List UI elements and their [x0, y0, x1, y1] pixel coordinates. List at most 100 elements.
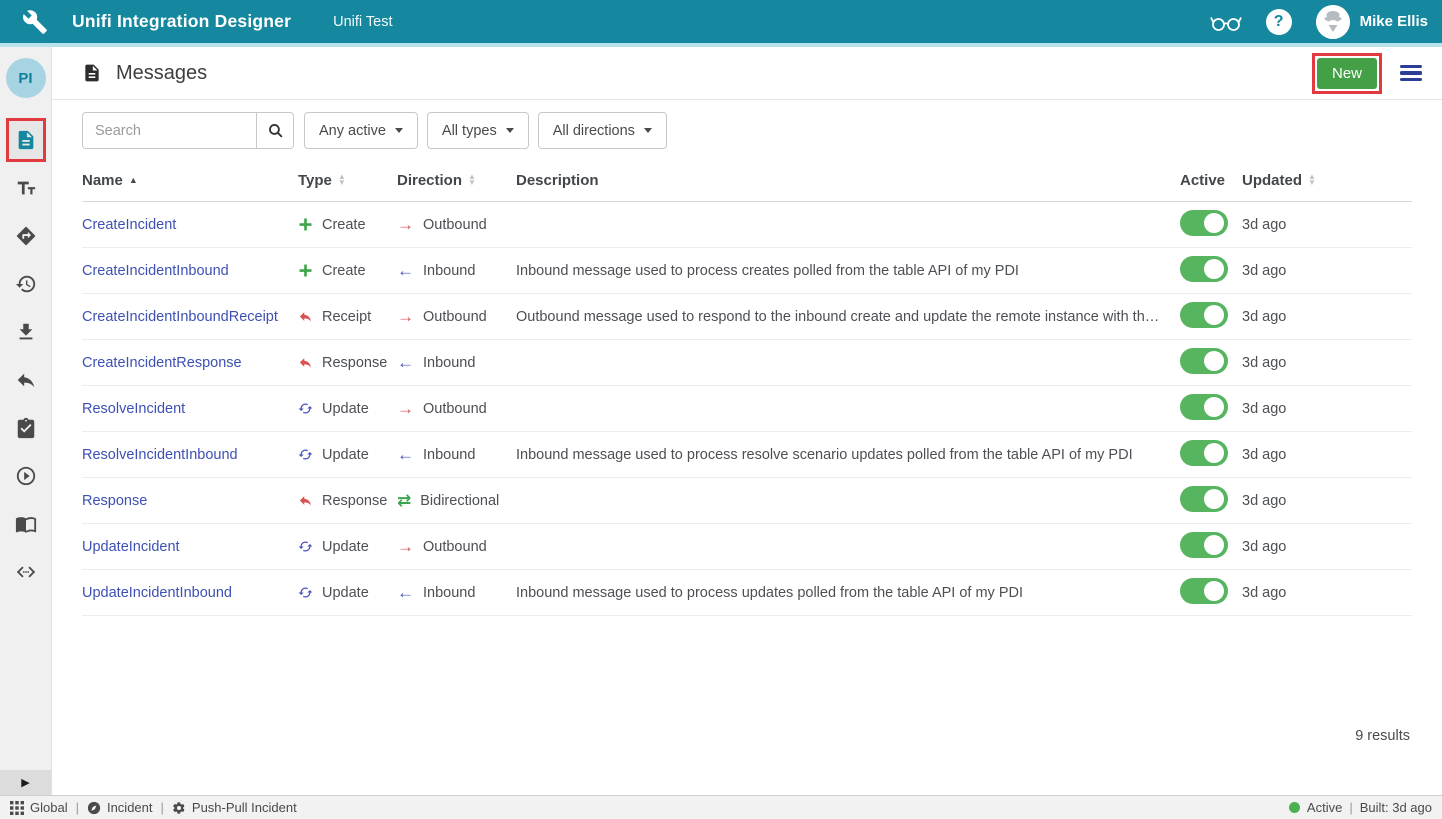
- search-button[interactable]: [256, 112, 294, 149]
- integration-avatar[interactable]: PI: [6, 58, 46, 98]
- search-input[interactable]: [82, 112, 256, 149]
- column-header-updated[interactable]: Updated: [1242, 172, 1412, 189]
- built-time-label: Built: 3d ago: [1360, 800, 1432, 815]
- message-name-link[interactable]: UpdateIncident: [82, 539, 180, 555]
- sidebar-item-directions[interactable]: [6, 214, 46, 258]
- sidebar-item-code[interactable]: [6, 550, 46, 594]
- sidebar-item-history[interactable]: [6, 262, 46, 306]
- file-text-icon: [82, 63, 102, 83]
- active-toggle[interactable]: [1180, 486, 1228, 512]
- direction-label: Outbound: [423, 217, 487, 233]
- spectacles-icon[interactable]: [1210, 11, 1242, 33]
- table-row: CreateIncident Create →Outbound 3d ago: [82, 202, 1412, 248]
- arrow-right-icon: →: [397, 216, 414, 234]
- sidebar-item-clipboard-check[interactable]: [6, 406, 46, 450]
- message-name-link[interactable]: ResolveIncidentInbound: [82, 447, 238, 463]
- sidebar-item-text[interactable]: [6, 166, 46, 210]
- message-name-link[interactable]: CreateIncidentResponse: [82, 355, 242, 371]
- column-header-name[interactable]: Name: [82, 172, 298, 189]
- active-toggle[interactable]: [1180, 578, 1228, 604]
- arrow-right-icon: →: [397, 538, 414, 556]
- sidebar-item-play-circle[interactable]: [6, 454, 46, 498]
- column-header-description: Description: [516, 172, 1180, 189]
- active-toggle[interactable]: [1180, 394, 1228, 420]
- arrow-right-icon: →: [397, 308, 414, 326]
- column-header-active: Active: [1180, 172, 1242, 189]
- message-name-link[interactable]: ResolveIncident: [82, 401, 185, 417]
- table-row: ResolveIncident Update →Outbound 3d ago: [82, 386, 1412, 432]
- arrow-left-icon: ←: [397, 446, 414, 464]
- sort-icon: [1308, 174, 1316, 186]
- message-name-link[interactable]: CreateIncident: [82, 217, 176, 233]
- active-toggle[interactable]: [1180, 210, 1228, 236]
- directions-icon: [15, 225, 37, 247]
- sidebar-item-reply[interactable]: [6, 358, 46, 402]
- type-label: Create: [322, 263, 366, 279]
- download-icon: [15, 321, 37, 343]
- search-icon: [267, 122, 284, 139]
- statusbar-separator: |: [161, 800, 164, 815]
- active-toggle[interactable]: [1180, 348, 1228, 374]
- chevron-right-icon: ▶: [21, 776, 29, 789]
- direction-label: Bidirectional: [420, 493, 499, 509]
- message-name-link[interactable]: UpdateIncidentInbound: [82, 585, 232, 601]
- sidebar-item-download[interactable]: [6, 310, 46, 354]
- arrow-left-icon: ←: [397, 584, 414, 602]
- statusbar-item-gear[interactable]: Push-Pull Incident: [172, 800, 297, 815]
- active-filter-dropdown[interactable]: Any active: [304, 112, 418, 149]
- page-title: Messages: [116, 62, 207, 85]
- message-name-link[interactable]: CreateIncidentInboundReceipt: [82, 309, 278, 325]
- sort-icon: [468, 174, 476, 186]
- help-icon[interactable]: ?: [1266, 9, 1292, 35]
- table-header-row: Name Type Direction Description Active U…: [82, 159, 1412, 202]
- refresh-icon: [298, 539, 313, 554]
- new-button[interactable]: New: [1317, 58, 1377, 89]
- table-row: CreateIncidentResponse Response ←Inbound…: [82, 340, 1412, 386]
- refresh-icon: [298, 585, 313, 600]
- statusbar-item-incident[interactable]: Incident: [87, 800, 153, 815]
- type-label: Update: [322, 585, 369, 601]
- column-header-type[interactable]: Type: [298, 172, 397, 189]
- annotation-highlight-new: New: [1312, 53, 1382, 94]
- history-icon: [15, 273, 37, 295]
- type-label: Response: [322, 355, 387, 371]
- active-toggle[interactable]: [1180, 532, 1228, 558]
- main-content: Messages New Any active All typ: [52, 47, 1442, 795]
- top-header-bar: Unifi Integration Designer Unifi Test ? …: [0, 0, 1442, 43]
- active-toggle[interactable]: [1180, 440, 1228, 466]
- reply-icon: [15, 369, 37, 391]
- text-icon: [15, 177, 37, 199]
- table-row: CreateIncidentInbound Create ←Inbound In…: [82, 248, 1412, 294]
- page-header: Messages New: [52, 47, 1442, 100]
- active-toggle[interactable]: [1180, 302, 1228, 328]
- incident-icon: [87, 801, 101, 815]
- sidebar-item-file-text[interactable]: [6, 118, 46, 162]
- messages-table: Name Type Direction Description Active U…: [82, 159, 1412, 744]
- status-bar: Global|Incident|Push-Pull Incident Activ…: [0, 795, 1442, 819]
- arrow-left-icon: ←: [397, 354, 414, 372]
- user-menu[interactable]: Mike Ellis: [1316, 5, 1428, 39]
- sidebar-expand-button[interactable]: ▶: [0, 770, 51, 795]
- active-toggle[interactable]: [1180, 256, 1228, 282]
- type-label: Response: [322, 493, 387, 509]
- results-count: 9 results: [82, 616, 1412, 744]
- direction-label: Inbound: [423, 263, 475, 279]
- updated-cell: 3d ago: [1242, 217, 1412, 233]
- updated-cell: 3d ago: [1242, 401, 1412, 417]
- description-cell: Outbound message used to respond to the …: [516, 309, 1180, 325]
- arrow-right-icon: →: [397, 400, 414, 418]
- hamburger-icon[interactable]: [1400, 65, 1422, 81]
- user-name: Mike Ellis: [1360, 13, 1428, 30]
- updated-cell: 3d ago: [1242, 309, 1412, 325]
- type-filter-dropdown[interactable]: All types: [427, 112, 529, 149]
- statusbar-item-grid[interactable]: Global: [10, 800, 68, 815]
- arrow-left-icon: ←: [397, 262, 414, 280]
- sidebar-item-book[interactable]: [6, 502, 46, 546]
- message-name-link[interactable]: CreateIncidentInbound: [82, 263, 229, 279]
- column-header-direction[interactable]: Direction: [397, 172, 516, 189]
- clipboard-check-icon: [15, 417, 37, 439]
- chevron-down-icon: [395, 128, 403, 133]
- table-row: CreateIncidentInboundReceipt Receipt →Ou…: [82, 294, 1412, 340]
- direction-filter-dropdown[interactable]: All directions: [538, 112, 667, 149]
- message-name-link[interactable]: Response: [82, 493, 147, 509]
